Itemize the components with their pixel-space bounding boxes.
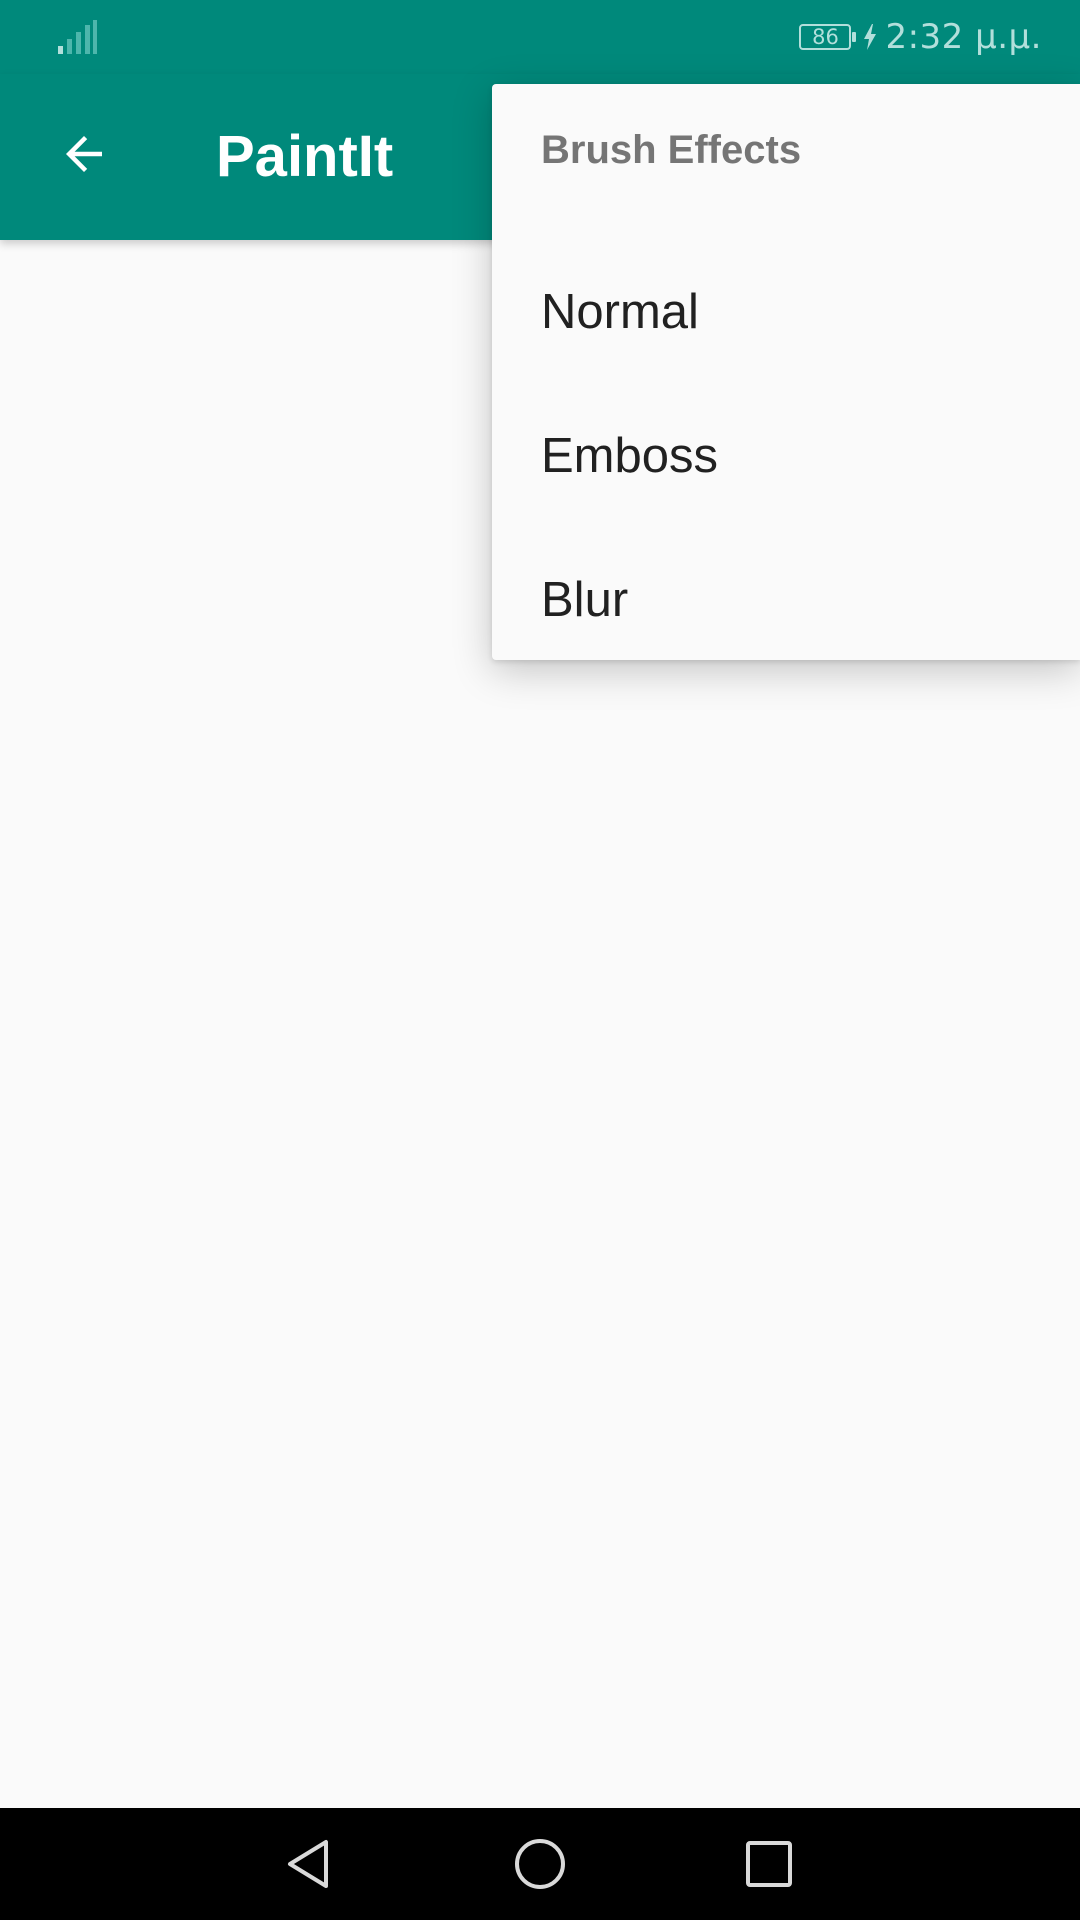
back-button[interactable] <box>44 114 124 194</box>
app-title: PaintIt <box>216 124 394 189</box>
status-bar: 86 2:32 μ.μ. <box>0 0 1080 74</box>
brush-effects-menu: Brush Effects Normal Emboss Blur <box>492 84 1080 660</box>
battery-icon: 86 <box>799 24 857 50</box>
navigation-bar <box>0 1808 1080 1920</box>
menu-item-emboss[interactable]: Emboss <box>492 384 1080 528</box>
nav-back-triangle-icon <box>288 1840 328 1888</box>
menu-item-normal[interactable]: Normal <box>492 240 1080 384</box>
nav-back-button[interactable] <box>270 1824 350 1904</box>
menu-item-blur[interactable]: Blur <box>492 528 1080 672</box>
menu-item-label: Emboss <box>541 429 719 483</box>
nav-home-button[interactable] <box>500 1824 580 1904</box>
nav-home-circle-icon <box>515 1839 565 1889</box>
nav-recents-square-icon <box>746 1841 792 1887</box>
status-right-group: 86 2:32 μ.μ. <box>799 14 1042 60</box>
menu-item-label: Normal <box>541 285 699 339</box>
menu-header: Brush Effects <box>541 128 802 172</box>
menu-item-label: Blur <box>541 573 629 627</box>
nav-recents-button[interactable] <box>729 1824 809 1904</box>
charging-bolt-icon <box>864 24 877 50</box>
battery-level: 86 <box>812 25 839 49</box>
signal-strength-icon <box>58 20 97 54</box>
status-time: 2:32 μ.μ. <box>885 17 1042 57</box>
arrow-back-icon <box>66 136 102 172</box>
